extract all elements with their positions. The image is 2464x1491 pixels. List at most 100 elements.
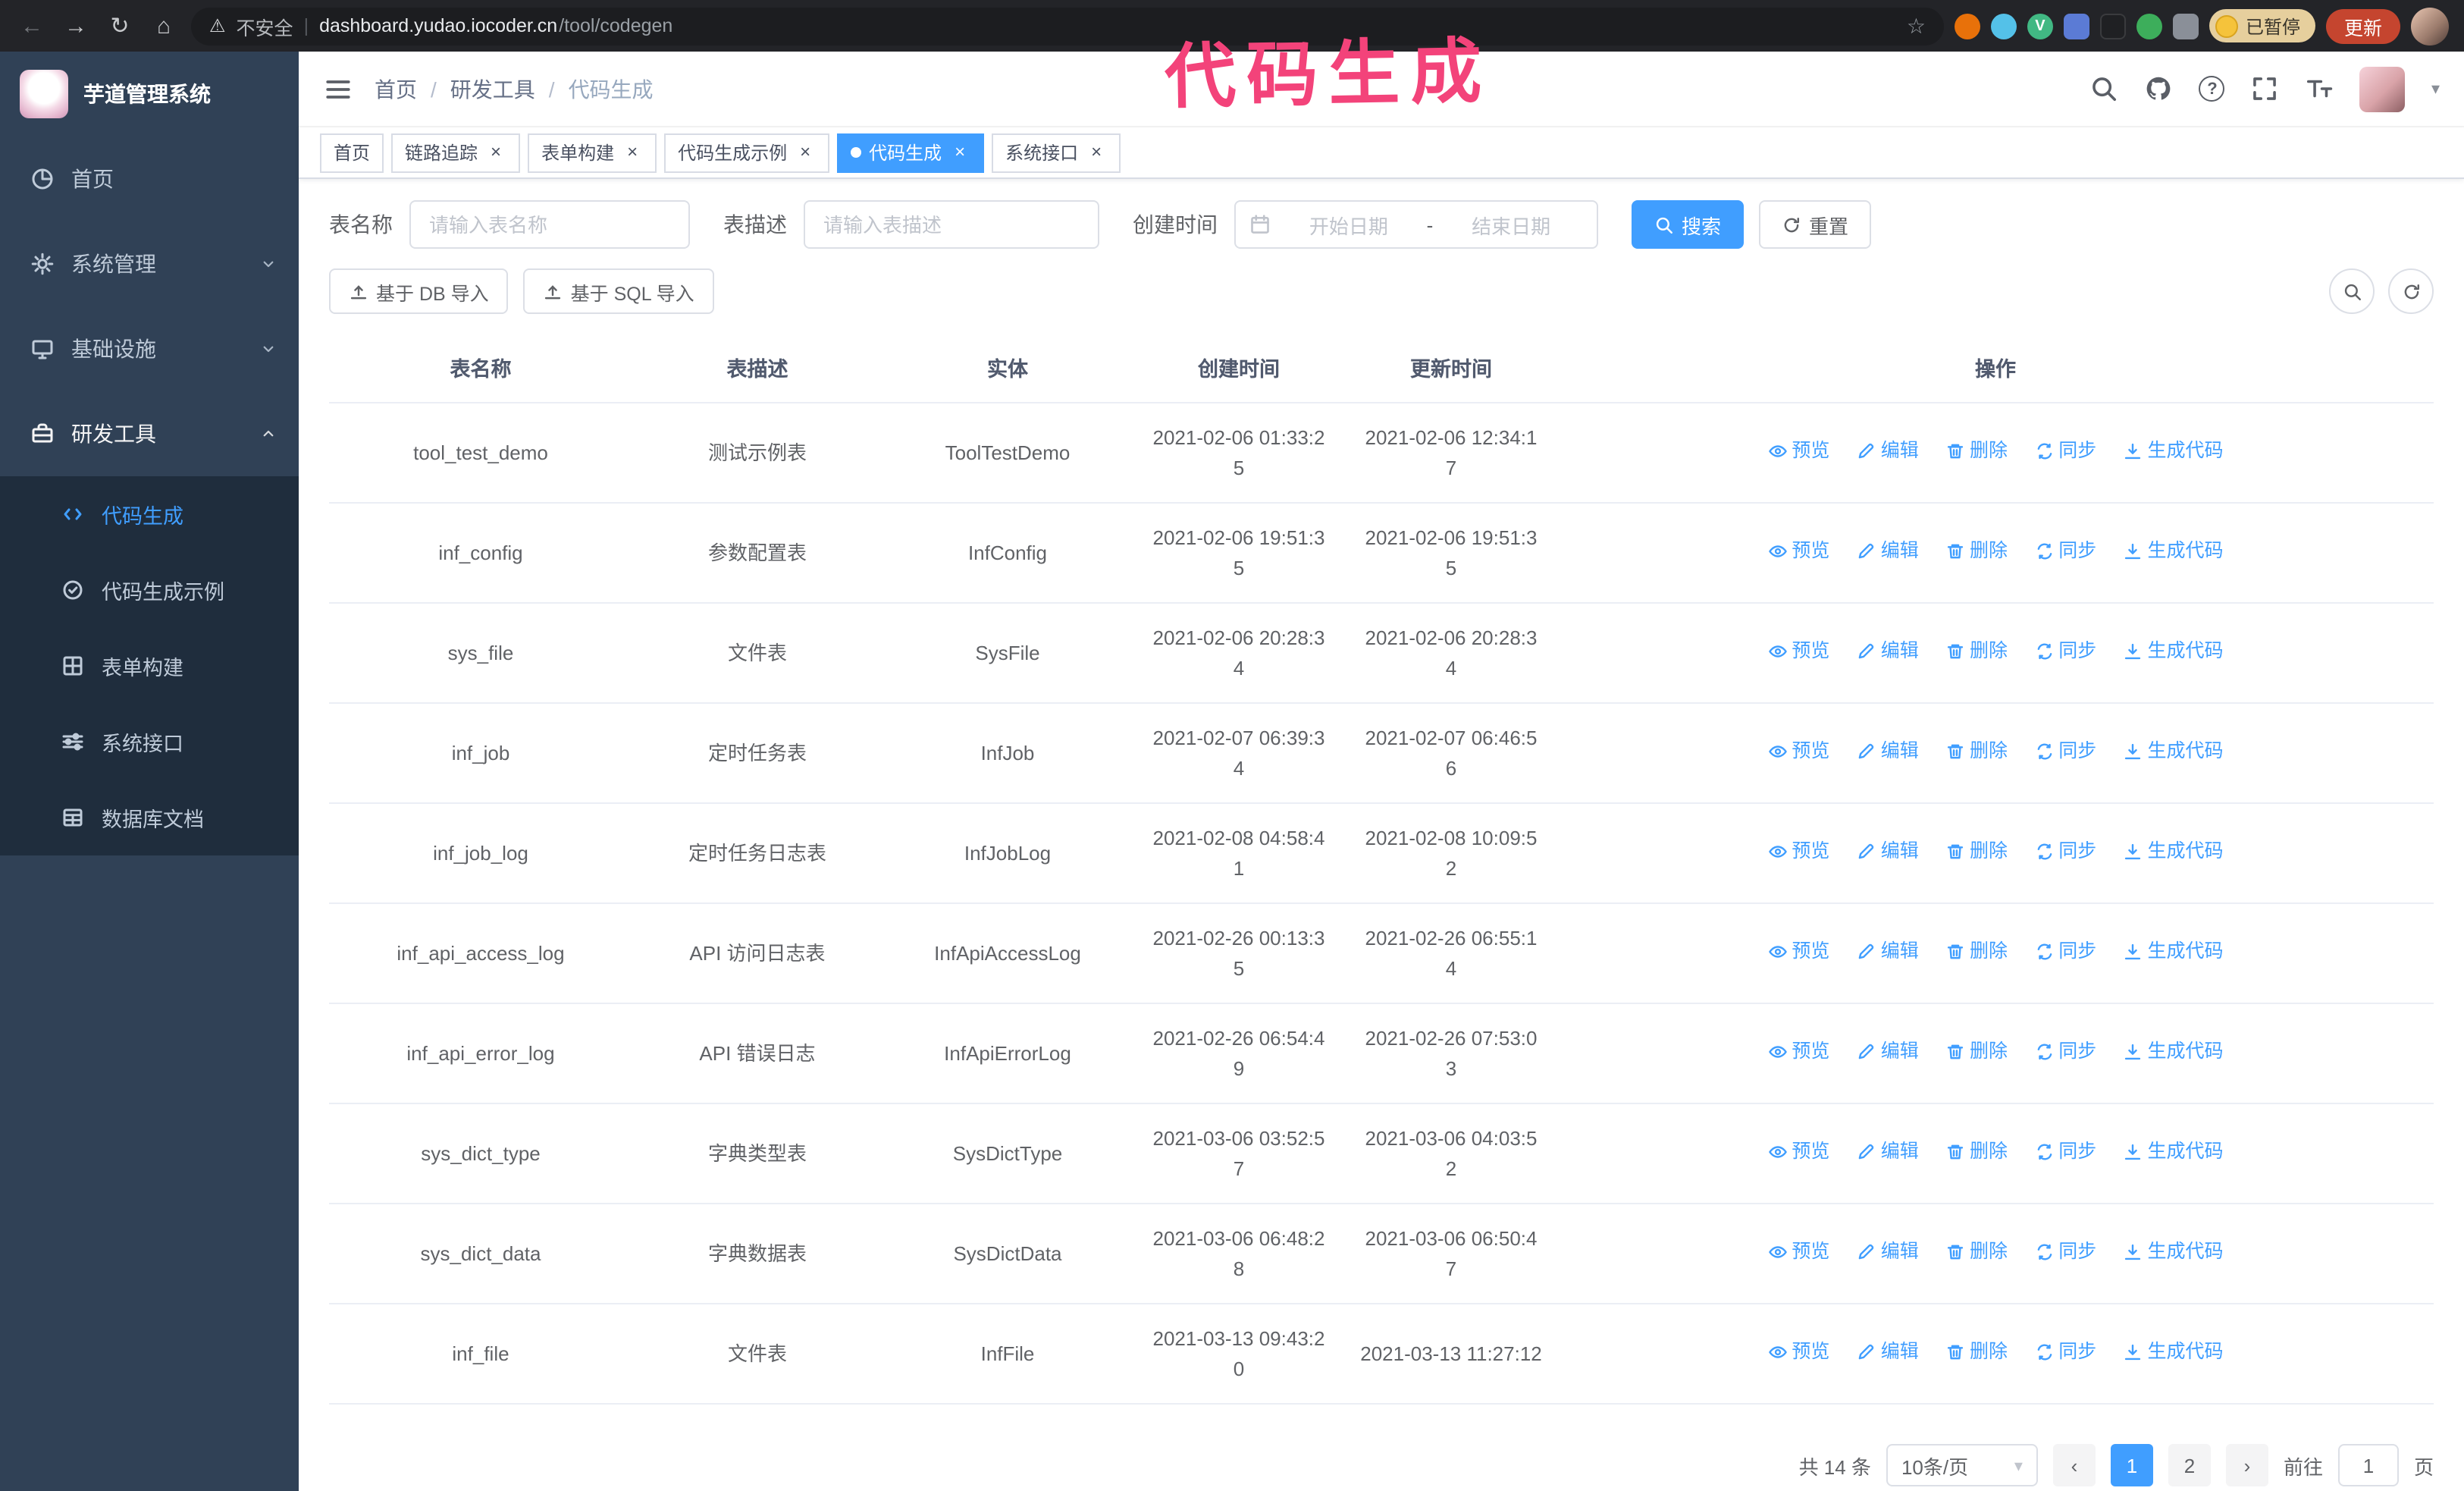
edit-link[interactable]: 编辑	[1857, 637, 1919, 666]
sidebar-item-system-management[interactable]: 系统管理	[0, 221, 299, 306]
preview-link[interactable]: 预览	[1767, 1037, 1829, 1066]
import-db-button[interactable]: 基于 DB 导入	[329, 268, 509, 314]
tampermonkey-icon[interactable]	[2099, 13, 2126, 39]
close-icon[interactable]: ×	[795, 141, 816, 163]
generate-code-link[interactable]: 生成代码	[2124, 737, 2224, 766]
generate-code-link[interactable]: 生成代码	[2124, 537, 2224, 566]
sidebar-item-form-builder[interactable]: 表单构建	[0, 628, 299, 704]
sync-link[interactable]: 同步	[2034, 1138, 2096, 1166]
preview-link[interactable]: 预览	[1767, 1238, 1829, 1267]
preview-link[interactable]: 预览	[1767, 837, 1829, 866]
sync-link[interactable]: 同步	[2034, 537, 2096, 566]
delete-link[interactable]: 删除	[1945, 937, 2008, 966]
tab-codegen-example[interactable]: 代码生成示例 ×	[664, 133, 830, 172]
sync-link[interactable]: 同步	[2034, 1238, 2096, 1267]
generate-code-link[interactable]: 生成代码	[2124, 837, 2224, 866]
browser-back-button[interactable]: ←	[15, 9, 49, 42]
preview-link[interactable]: 预览	[1767, 637, 1829, 666]
extension-icon-orange[interactable]	[1954, 13, 1980, 39]
breadcrumb-home[interactable]: 首页	[375, 74, 417, 104]
generate-code-link[interactable]: 生成代码	[2124, 637, 2224, 666]
date-range-picker[interactable]: 开始日期 - 结束日期	[1234, 200, 1598, 249]
prev-page-button[interactable]: ‹	[2052, 1444, 2096, 1486]
sync-link[interactable]: 同步	[2034, 937, 2096, 966]
extension-icon-green[interactable]	[2136, 13, 2162, 39]
sync-link[interactable]: 同步	[2034, 737, 2096, 766]
avatar-caret-icon[interactable]: ▾	[2431, 79, 2440, 99]
browser-home-button[interactable]: ⌂	[147, 9, 180, 42]
preview-link[interactable]: 预览	[1767, 937, 1829, 966]
paused-badge[interactable]: 已暂停	[2209, 9, 2315, 42]
generate-code-link[interactable]: 生成代码	[2124, 1138, 2224, 1166]
edit-link[interactable]: 编辑	[1857, 1338, 1919, 1367]
delete-link[interactable]: 删除	[1945, 837, 2008, 866]
delete-link[interactable]: 删除	[1945, 1037, 2008, 1066]
extension-icon-blue[interactable]	[1990, 13, 2017, 39]
tab-home[interactable]: 首页	[320, 133, 384, 172]
bookmark-star-icon[interactable]: ☆	[1907, 13, 1926, 39]
delete-link[interactable]: 删除	[1945, 1238, 2008, 1267]
tab-code-generation[interactable]: 代码生成 ×	[837, 133, 985, 172]
sync-link[interactable]: 同步	[2034, 1338, 2096, 1367]
preview-link[interactable]: 预览	[1767, 737, 1829, 766]
browser-update-button[interactable]: 更新	[2325, 8, 2400, 43]
page-button-2[interactable]: 2	[2168, 1444, 2211, 1486]
delete-link[interactable]: 删除	[1945, 537, 2008, 566]
sidebar-item-system-api[interactable]: 系统接口	[0, 704, 299, 780]
table-desc-input[interactable]	[804, 200, 1099, 249]
next-page-button[interactable]: ›	[2225, 1444, 2268, 1486]
preview-link[interactable]: 预览	[1767, 1338, 1829, 1367]
page-goto-input[interactable]	[2337, 1444, 2399, 1486]
breadcrumb-dev-tools[interactable]: 研发工具	[450, 74, 535, 104]
delete-link[interactable]: 删除	[1945, 637, 2008, 666]
page-button-1[interactable]: 1	[2110, 1444, 2153, 1486]
table-name-input[interactable]	[409, 200, 690, 249]
sync-link[interactable]: 同步	[2034, 1037, 2096, 1066]
preview-link[interactable]: 预览	[1767, 1138, 1829, 1166]
extensions-puzzle-icon[interactable]	[2172, 13, 2199, 39]
delete-link[interactable]: 删除	[1945, 1338, 2008, 1367]
edit-link[interactable]: 编辑	[1857, 437, 1919, 466]
generate-code-link[interactable]: 生成代码	[2124, 1037, 2224, 1066]
hamburger-icon[interactable]	[323, 74, 353, 104]
preview-link[interactable]: 预览	[1767, 537, 1829, 566]
help-icon[interactable]: ?	[2199, 76, 2225, 102]
page-size-select[interactable]: 10条/页 ▾	[1886, 1444, 2038, 1486]
date-end-placeholder[interactable]: 结束日期	[1439, 210, 1583, 239]
date-start-placeholder[interactable]: 开始日期	[1277, 210, 1421, 239]
font-size-icon[interactable]	[2306, 74, 2334, 103]
tab-system-api[interactable]: 系统接口 ×	[992, 133, 1121, 172]
close-icon[interactable]: ×	[485, 141, 506, 163]
sidebar-item-db-docs[interactable]: 数据库文档	[0, 780, 299, 855]
sidebar-logo[interactable]: 芋道管理系统	[0, 52, 299, 137]
github-icon[interactable]	[2145, 74, 2174, 103]
sync-link[interactable]: 同步	[2034, 437, 2096, 466]
generate-code-link[interactable]: 生成代码	[2124, 937, 2224, 966]
reset-button[interactable]: 重置	[1759, 200, 1872, 249]
user-avatar[interactable]	[2359, 66, 2406, 111]
delete-link[interactable]: 删除	[1945, 437, 2008, 466]
sidebar-item-infrastructure[interactable]: 基础设施	[0, 306, 299, 391]
import-sql-button[interactable]: 基于 SQL 导入	[523, 268, 714, 314]
close-icon[interactable]: ×	[622, 141, 643, 163]
preview-link[interactable]: 预览	[1767, 437, 1829, 466]
generate-code-link[interactable]: 生成代码	[2124, 437, 2224, 466]
sidebar-item-dev-tools[interactable]: 研发工具	[0, 391, 299, 476]
sidebar-item-codegen-example[interactable]: 代码生成示例	[0, 552, 299, 628]
search-button[interactable]: 搜索	[1632, 200, 1745, 249]
extension-icon-people[interactable]	[2063, 13, 2089, 39]
edit-link[interactable]: 编辑	[1857, 1138, 1919, 1166]
sidebar-item-home[interactable]: 首页	[0, 137, 299, 221]
address-bar[interactable]: ⚠ 不安全 | dashboard.yudao.iocoder.cn /tool…	[191, 7, 1944, 45]
sync-link[interactable]: 同步	[2034, 637, 2096, 666]
generate-code-link[interactable]: 生成代码	[2124, 1238, 2224, 1267]
edit-link[interactable]: 编辑	[1857, 737, 1919, 766]
toggle-search-button[interactable]	[2329, 268, 2375, 314]
edit-link[interactable]: 编辑	[1857, 537, 1919, 566]
close-icon[interactable]: ×	[1086, 141, 1107, 163]
sync-link[interactable]: 同步	[2034, 837, 2096, 866]
browser-profile-avatar[interactable]	[2411, 7, 2449, 45]
browser-reload-button[interactable]: ↻	[103, 9, 136, 42]
fullscreen-icon[interactable]	[2251, 74, 2280, 103]
delete-link[interactable]: 删除	[1945, 1138, 2008, 1166]
